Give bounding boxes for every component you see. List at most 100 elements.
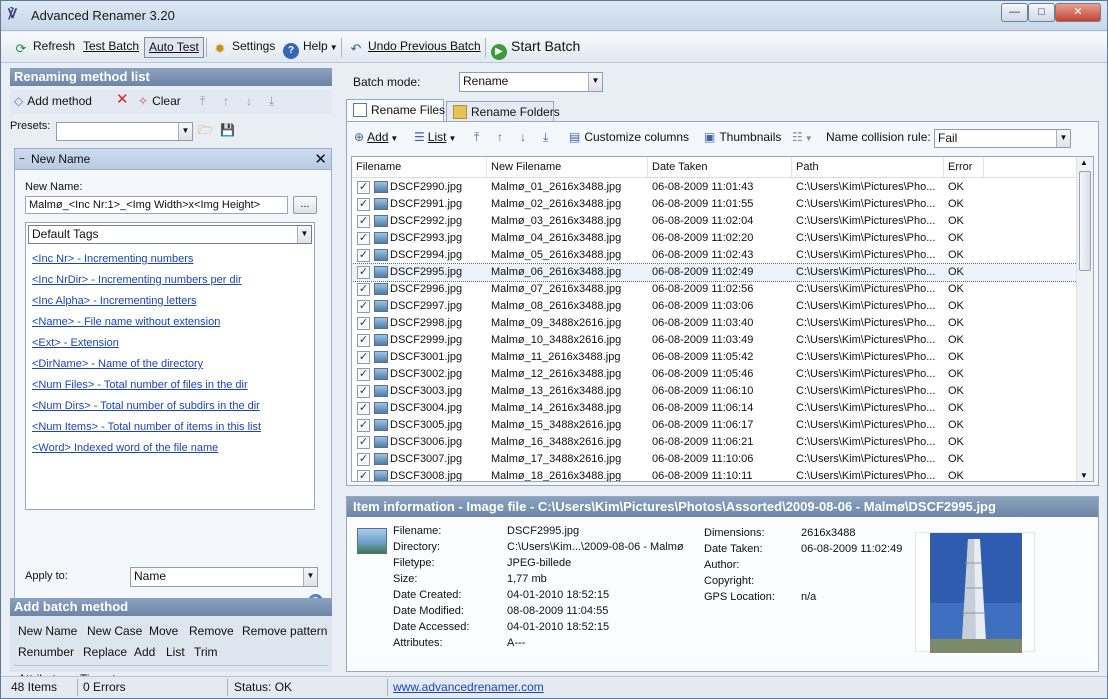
tag-num-dirs[interactable]: <Num Dirs> - Total number of subdirs in … (32, 400, 260, 412)
row-checkbox[interactable]: ✓ (357, 266, 370, 279)
table-row[interactable]: ✓ DSCF3003.jpg Malmø_13_2616x3488.jpg 06-08… (352, 383, 1077, 400)
table-row[interactable]: ✓ DSCF2993.jpg Malmø_04_2616x3488.jpg 06-08… (352, 230, 1077, 247)
row-checkbox[interactable]: ✓ (357, 385, 370, 398)
tag-word[interactable]: <Word> Indexed word of the file name (32, 442, 218, 454)
save-icon[interactable]: 💾 (220, 122, 235, 139)
column-path[interactable]: Path (792, 157, 944, 178)
column-filename[interactable]: Filename (352, 157, 487, 178)
table-row[interactable]: ✓ DSCF2996.jpg Malmø_07_2616x3488.jpg 06-08… (352, 281, 1077, 298)
table-row[interactable]: ✓ DSCF2995.jpg Malmø_06_2616x3488.jpg 06-08… (352, 263, 1078, 282)
undo-previous-batch-button[interactable]: ↶ Undo Previous Batch (348, 37, 481, 58)
new-name-input[interactable]: Malmø_<Inc Nr:1>_<Img Width>x<Img Height… (25, 196, 288, 214)
row-checkbox[interactable]: ✓ (357, 351, 370, 364)
close-button[interactable]: ✕ (1055, 3, 1101, 22)
scroll-up-icon[interactable]: ▲ (1080, 158, 1088, 167)
tab-rename-folders[interactable]: Rename Folders (446, 101, 560, 121)
row-checkbox[interactable]: ✓ (357, 198, 370, 211)
list-menu-button[interactable]: ☰ List ▼ (414, 129, 456, 147)
open-folder-icon[interactable]: 🗁 (198, 122, 213, 139)
row-checkbox[interactable]: ✓ (357, 181, 370, 194)
column-date-taken[interactable]: Date Taken (648, 157, 792, 178)
help-menu-button[interactable]: ? Help ▼ (283, 37, 338, 59)
move-bottom-icon[interactable]: ⤓ (543, 129, 548, 146)
row-checkbox[interactable]: ✓ (357, 334, 370, 347)
remove-method-icon[interactable]: ✕ (314, 149, 327, 170)
table-row[interactable]: ✓ DSCF3002.jpg Malmø_12_2616x3488.jpg 06-08… (352, 366, 1077, 383)
customize-columns-button[interactable]: ▤ Customize columns (569, 129, 689, 146)
apply-to-select[interactable]: Name ▼ (130, 567, 318, 587)
table-row[interactable]: ✓ DSCF3006.jpg Malmø_16_3488x2616.jpg 06-08… (352, 434, 1077, 451)
batch-add[interactable]: Add (134, 645, 155, 659)
table-row[interactable]: ✓ DSCF3005.jpg Malmø_15_3488x2616.jpg 06-08… (352, 417, 1077, 434)
tag-dirname[interactable]: <DirName> - Name of the directory (32, 358, 203, 370)
move-down-icon[interactable]: ↓ (246, 93, 252, 110)
collapse-icon[interactable]: − (19, 149, 25, 170)
tag-num-items[interactable]: <Num Items> - Total number of items in t… (32, 421, 261, 433)
clear-button[interactable]: ✧ Clear (138, 93, 181, 110)
presets-select[interactable]: ▼ (56, 122, 193, 141)
batch-new-case[interactable]: New Case (87, 624, 142, 638)
batch-renumber[interactable]: Renumber (18, 645, 74, 659)
move-top-icon[interactable]: ⤒ (200, 93, 205, 110)
tab-rename-files[interactable]: Rename Files (346, 99, 445, 122)
table-row[interactable]: ✓ DSCF2990.jpg Malmø_01_2616x3488.jpg 06-08… (352, 179, 1077, 196)
row-checkbox[interactable]: ✓ (357, 402, 370, 415)
vertical-scrollbar[interactable]: ▲ ▼ (1076, 157, 1093, 481)
move-bottom-icon[interactable]: ⤓ (269, 93, 274, 110)
table-row[interactable]: ✓ DSCF3004.jpg Malmø_14_2616x3488.jpg 06-08… (352, 400, 1077, 417)
move-up-icon[interactable]: ↑ (497, 129, 503, 146)
tag-inc-nr[interactable]: <Inc Nr> - Incrementing numbers (32, 253, 193, 265)
table-row[interactable]: ✓ DSCF2998.jpg Malmø_09_3488x2616.jpg 06-08… (352, 315, 1077, 332)
minimize-button[interactable]: — (1001, 3, 1028, 22)
row-checkbox[interactable]: ✓ (357, 283, 370, 296)
row-checkbox[interactable]: ✓ (357, 249, 370, 262)
batch-remove[interactable]: Remove (189, 624, 234, 638)
tag-inc-nrdir[interactable]: <Inc NrDir> - Incrementing numbers per d… (32, 274, 242, 286)
batch-new-name[interactable]: New Name (18, 624, 77, 638)
table-row[interactable]: ✓ DSCF2994.jpg Malmø_05_2616x3488.jpg 06-08… (352, 247, 1077, 264)
move-up-icon[interactable]: ↑ (223, 93, 229, 110)
row-checkbox[interactable]: ✓ (357, 436, 370, 449)
batch-trim[interactable]: Trim (194, 645, 218, 659)
table-row[interactable]: ✓ DSCF2999.jpg Malmø_10_3488x2616.jpg 06-08… (352, 332, 1077, 349)
column-new-filename[interactable]: New Filename (487, 157, 648, 178)
tag-ext[interactable]: <Ext> - Extension (32, 337, 119, 349)
batch-remove-pattern[interactable]: Remove pattern (242, 624, 327, 638)
settings-button[interactable]: ✹ Settings (212, 37, 276, 58)
scroll-down-icon[interactable]: ▼ (1080, 471, 1088, 480)
table-row[interactable]: ✓ DSCF2997.jpg Malmø_08_2616x3488.jpg 06-08… (352, 298, 1077, 315)
start-batch-button[interactable]: ▶ Start Batch (491, 37, 580, 60)
column-error[interactable]: Error (944, 157, 984, 178)
maximize-button[interactable]: □ (1028, 3, 1055, 22)
row-checkbox[interactable]: ✓ (357, 232, 370, 245)
delete-method-icon[interactable]: ✕ (116, 91, 129, 108)
row-checkbox[interactable]: ✓ (357, 300, 370, 313)
test-batch-button[interactable]: Test Batch (83, 37, 139, 58)
scroll-thumb[interactable] (1079, 171, 1091, 271)
refresh-button[interactable]: ⟳ Refresh (13, 37, 75, 58)
move-down-icon[interactable]: ↓ (520, 129, 526, 146)
row-checkbox[interactable]: ✓ (357, 368, 370, 381)
table-row[interactable]: ✓ DSCF2991.jpg Malmø_02_2616x3488.jpg 06-08… (352, 196, 1077, 213)
row-checkbox[interactable]: ✓ (357, 215, 370, 228)
batch-list[interactable]: List (166, 645, 185, 659)
table-row[interactable]: ✓ DSCF2992.jpg Malmø_03_2616x3488.jpg 06-08… (352, 213, 1077, 230)
auto-test-toggle[interactable]: Auto Test (144, 37, 204, 58)
row-checkbox[interactable]: ✓ (357, 317, 370, 330)
tag-inc-alpha[interactable]: <Inc Alpha> - Incrementing letters (32, 295, 196, 307)
table-row[interactable]: ✓ DSCF3008.jpg Malmø_18_2616x3488.jpg 06-08… (352, 468, 1077, 481)
add-method-button[interactable]: ◇ Add method (14, 93, 92, 110)
batch-move[interactable]: Move (149, 624, 178, 638)
move-top-icon[interactable]: ⤒ (474, 129, 479, 146)
batch-replace[interactable]: Replace (83, 645, 127, 659)
tag-num-files[interactable]: <Num Files> - Total number of files in t… (32, 379, 248, 391)
collision-rule-select[interactable]: Fail ▼ (934, 129, 1071, 148)
table-row[interactable]: ✓ DSCF3001.jpg Malmø_11_2616x3488.jpg 06-08… (352, 349, 1077, 366)
thumbnails-button[interactable]: ▣ Thumbnails (704, 129, 781, 146)
tag-browse-button[interactable]: ... (293, 196, 317, 214)
add-files-button[interactable]: ⊕ Add ▼ (354, 129, 398, 147)
batch-mode-select[interactable]: Rename ▼ (459, 72, 603, 92)
website-link[interactable]: www.advancedrenamer.com (393, 680, 544, 694)
row-checkbox[interactable]: ✓ (357, 470, 370, 481)
tag-name[interactable]: <Name> - File name without extension (32, 316, 220, 328)
